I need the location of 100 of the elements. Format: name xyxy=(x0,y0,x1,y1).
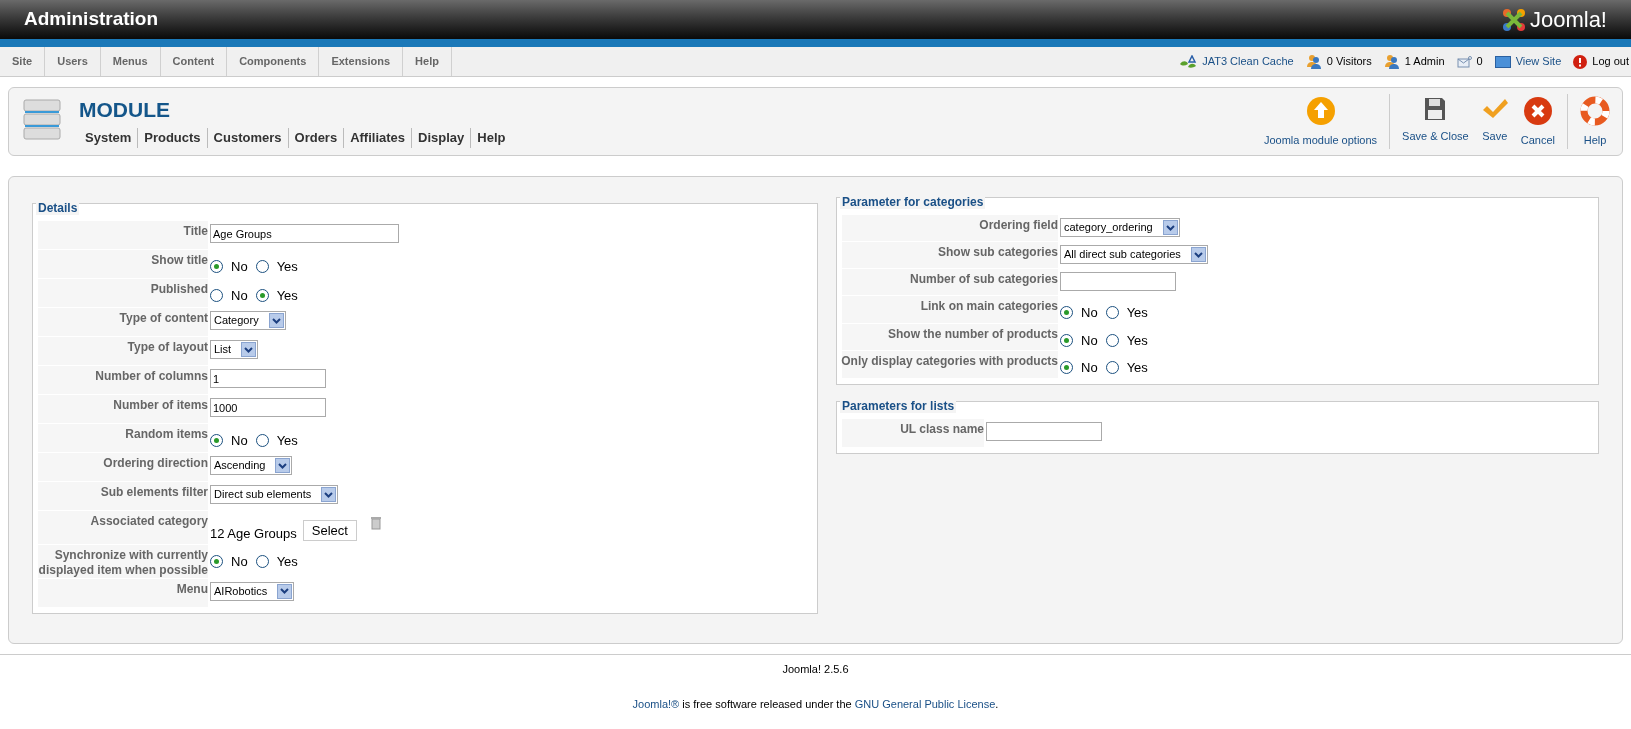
field-label: Number of columns xyxy=(95,368,208,385)
menu-item[interactable]: Help xyxy=(403,47,452,76)
status-text: 0 Visitors xyxy=(1326,54,1372,70)
users-icon xyxy=(1305,54,1322,69)
submenu-link[interactable]: Customers xyxy=(206,128,288,148)
submenu-link[interactable]: Orders xyxy=(287,128,344,148)
status-link[interactable]: JAT3 Clean Cache xyxy=(1202,53,1294,70)
lifebuoy-icon xyxy=(1580,96,1610,126)
radio-button[interactable] xyxy=(210,289,223,303)
field-label: Show sub categories xyxy=(937,244,1058,261)
envelope-icon xyxy=(1456,55,1472,68)
menu-item[interactable]: Users xyxy=(45,47,101,76)
toolbar-button[interactable]: Save & Close xyxy=(1396,94,1475,149)
dropdown[interactable]: category_ordering xyxy=(1060,218,1180,237)
version-text: Joomla! 2.5.6 xyxy=(782,662,849,677)
text-field[interactable]: Age Groups xyxy=(210,224,399,243)
radio-button[interactable] xyxy=(255,434,269,448)
menu-item[interactable]: Extensions xyxy=(319,47,404,76)
dropdown[interactable]: Direct sub elements xyxy=(210,485,339,504)
dropdown[interactable]: AIRobotics xyxy=(210,581,295,601)
category-value: 12 Age Groups xyxy=(210,525,297,543)
leaves-icon xyxy=(1179,54,1198,69)
radio-button[interactable] xyxy=(1060,333,1073,347)
dropdown[interactable]: Ascending xyxy=(210,456,293,475)
radio-button[interactable] xyxy=(255,260,269,274)
radio-button[interactable] xyxy=(1105,333,1119,347)
text-field[interactable] xyxy=(1060,272,1176,291)
radio-button[interactable] xyxy=(210,434,223,448)
page-title: MODULE xyxy=(79,98,171,122)
text-field[interactable]: 1000 xyxy=(210,398,326,417)
radio-button[interactable] xyxy=(255,289,269,303)
field-label: Associated category xyxy=(90,513,208,530)
header-title: Administration xyxy=(24,7,159,32)
radio-label: Yes xyxy=(276,432,298,450)
field-label: Ordering direction xyxy=(103,455,208,472)
caret-icon xyxy=(268,313,284,328)
radio-label: No xyxy=(231,432,248,450)
status-link[interactable]: View Site xyxy=(1515,53,1562,70)
field-label: Published xyxy=(150,281,208,298)
caret-icon xyxy=(1190,247,1206,262)
select-button[interactable]: Select xyxy=(302,520,357,541)
menu-item[interactable]: Site xyxy=(0,47,46,76)
radio-label: Yes xyxy=(1126,331,1148,350)
submenu-link[interactable]: System xyxy=(85,128,138,148)
field-label: UL class name xyxy=(900,420,984,438)
radio-button[interactable] xyxy=(210,260,223,274)
warning-icon xyxy=(1573,54,1588,69)
save-icon xyxy=(1423,96,1448,122)
close-icon xyxy=(1522,96,1553,126)
logo-icon xyxy=(1500,6,1527,33)
caret-icon xyxy=(321,487,337,502)
fieldset-legend: Details xyxy=(36,201,80,215)
field-label: Random items xyxy=(125,426,208,443)
dropdown[interactable]: Category xyxy=(210,311,286,330)
radio-label: No xyxy=(1081,359,1098,377)
radio-label: Yes xyxy=(276,552,298,571)
menu-item[interactable]: Components xyxy=(227,47,320,76)
text-field[interactable]: 1 xyxy=(210,369,326,388)
dropdown[interactable]: All direct sub categories xyxy=(1060,245,1208,264)
radio-button[interactable] xyxy=(1105,306,1119,320)
toolbar-button[interactable]: Help xyxy=(1574,94,1616,149)
radio-label: Yes xyxy=(1126,304,1148,322)
radio-button[interactable] xyxy=(1060,361,1073,375)
field-label: Title xyxy=(183,223,208,240)
caret-icon xyxy=(241,342,257,357)
radio-label: Yes xyxy=(1126,359,1148,377)
radio-label: No xyxy=(1081,304,1098,322)
radio-button[interactable] xyxy=(1060,306,1073,320)
users-icon xyxy=(1383,54,1400,69)
submenu-link[interactable]: Help xyxy=(470,128,512,148)
submenu-link[interactable]: Affiliates xyxy=(343,128,412,148)
radio-label: No xyxy=(231,287,248,305)
footer-link[interactable]: Joomla!® xyxy=(632,697,680,710)
radio-label: No xyxy=(1081,331,1098,350)
submenu-link[interactable]: Products xyxy=(137,128,207,148)
radio-button[interactable] xyxy=(255,554,269,568)
toolbar-button[interactable]: Save xyxy=(1474,94,1515,149)
field-label: Show title xyxy=(151,252,208,269)
menu-item[interactable]: Menus xyxy=(100,47,161,76)
dropdown[interactable]: List xyxy=(210,340,259,359)
upload-icon xyxy=(1305,96,1336,126)
field-label: Show the number of products xyxy=(888,325,1058,343)
field-label: Menu xyxy=(176,580,208,598)
radio-label: No xyxy=(231,258,248,276)
caret-icon xyxy=(277,583,293,599)
toolbar-button[interactable]: Cancel xyxy=(1514,94,1561,149)
menu-item[interactable]: Content xyxy=(160,47,228,76)
caret-icon xyxy=(275,458,291,473)
radio-button[interactable] xyxy=(1105,361,1119,375)
radio-label: No xyxy=(231,552,248,571)
field-label: Link on main categories xyxy=(920,298,1058,315)
text-field[interactable] xyxy=(986,421,1102,441)
radio-button[interactable] xyxy=(210,554,223,568)
field-label: Only display categories with products xyxy=(841,353,1058,370)
submenu-link[interactable]: Display xyxy=(411,128,471,148)
stack-icon xyxy=(23,98,61,142)
caret-icon xyxy=(1162,220,1178,235)
fieldset-legend: Parameters for lists xyxy=(840,398,957,413)
toolbar-button[interactable]: Joomla module options xyxy=(1257,94,1384,149)
field-label: Type of content xyxy=(119,310,208,327)
